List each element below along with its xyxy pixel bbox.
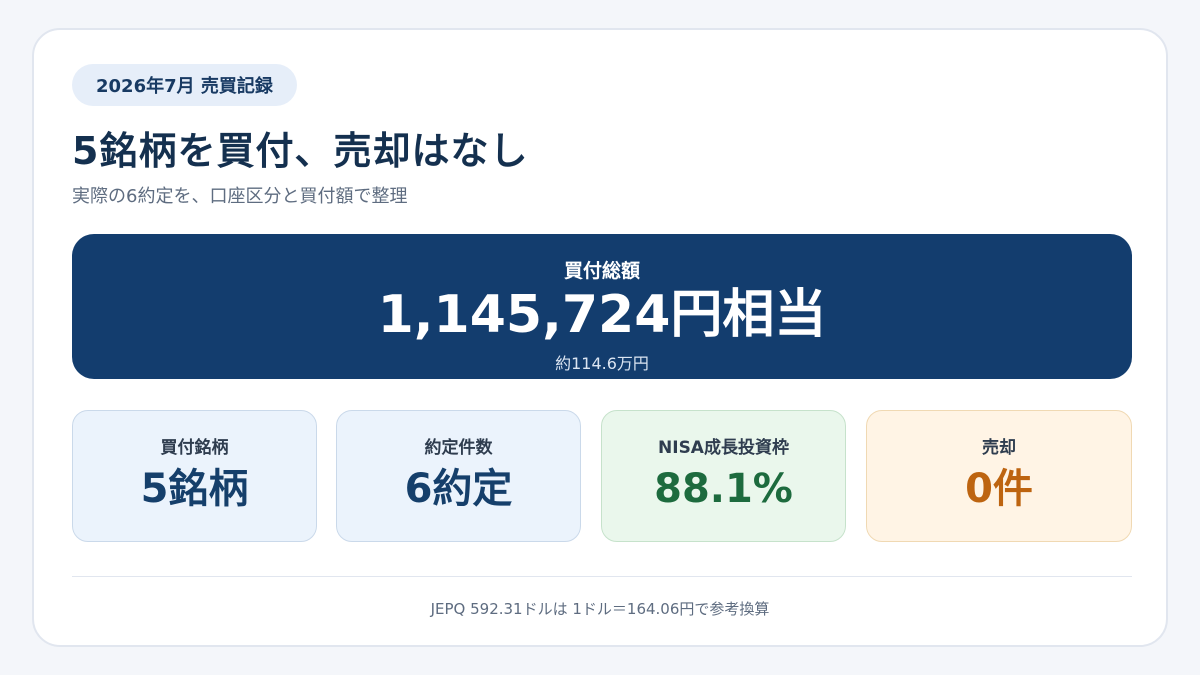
stat-label: NISA成長投資枠	[658, 438, 789, 458]
stat-label: 約定件数	[424, 438, 493, 458]
page-title: 5銘柄を買付、売却はなし	[72, 129, 529, 173]
period-badge: 2026年7月 売買記録	[72, 64, 297, 106]
total-purchase-panel: 買付総額 1,145,724円相当 約114.6万円	[72, 234, 1132, 379]
total-purchase-value: 1,145,724円相当	[377, 285, 827, 345]
stat-card-nisa: NISA成長投資枠 88.1%	[601, 410, 846, 542]
total-purchase-approx: 約114.6万円	[555, 354, 649, 373]
stat-card-executions: 約定件数 6約定	[336, 410, 581, 542]
page-subtitle: 実際の6約定を、口座区分と買付額で整理	[72, 186, 408, 207]
summary-card: 2026年7月 売買記録 5銘柄を買付、売却はなし 実際の6約定を、口座区分と買…	[32, 28, 1168, 647]
total-purchase-label: 買付総額	[563, 260, 640, 282]
stat-value: 0件	[965, 466, 1033, 512]
footnote: JEPQ 592.31ドルは 1ドル＝164.06円で参考換算	[430, 600, 770, 618]
stat-value: 88.1%	[654, 466, 793, 512]
stat-label: 売却	[982, 438, 1016, 458]
stat-card-stocks: 買付銘柄 5銘柄	[72, 410, 317, 542]
stat-value: 6約定	[404, 466, 513, 512]
stat-label: 買付銘柄	[160, 438, 229, 458]
stat-value: 5銘柄	[140, 466, 249, 512]
divider	[72, 576, 1132, 577]
stat-card-sales: 売却 0件	[866, 410, 1132, 542]
